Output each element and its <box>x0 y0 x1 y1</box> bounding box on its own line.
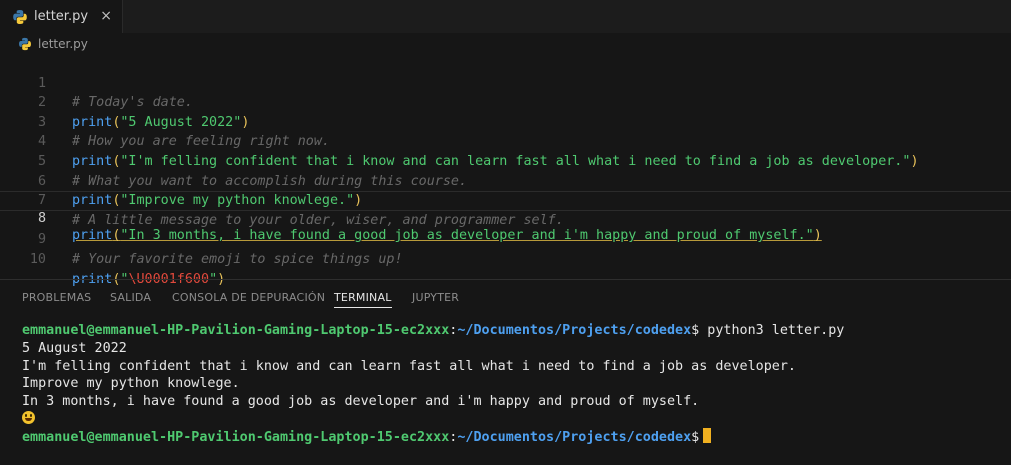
code-editor[interactable]: 1 # Today's date. 2 print("5 August 2022… <box>0 54 1011 287</box>
tab-terminal[interactable]: TERMINAL <box>334 287 392 308</box>
terminal-cursor <box>703 427 712 443</box>
terminal-prompt-line: emmanuel@emmanuel-HP-Pavilion-Gaming-Lap… <box>22 427 712 446</box>
tab-debug-console[interactable]: CONSOLA DE DEPURACIÓN <box>172 287 325 309</box>
vscode-window: letter.py × letter.py 1 # Today's date. … <box>0 0 1011 465</box>
terminal-output-line: In 3 months, i have found a good job as … <box>22 393 700 409</box>
line-number: 10 <box>29 251 46 267</box>
terminal-command: python3 letter.py <box>699 323 845 338</box>
code-line: 9 # Your favorite emoji to spice things … <box>0 211 1011 267</box>
code-line: 5 # What you want to accomplish during t… <box>0 132 1011 189</box>
terminal-output-line: I'm felling confident that i know and ca… <box>22 358 796 374</box>
prompt-user: emmanuel@emmanuel-HP-Pavilion-Gaming-Lap… <box>22 429 450 445</box>
code-comment: # Your favorite emoji to spice things up… <box>72 251 403 267</box>
tab-jupyter[interactable]: JUPYTER <box>412 287 459 309</box>
terminal-output-line <box>22 410 35 428</box>
code-line: 4 print("I'm felling confident that i kn… <box>0 113 1011 169</box>
terminal-output-line: Improve my python knowlege. <box>22 376 240 391</box>
tab-output[interactable]: SALIDA <box>110 287 151 309</box>
breadcrumb[interactable]: letter.py <box>18 35 88 53</box>
tab-letter-py[interactable]: letter.py × <box>0 0 123 33</box>
close-icon[interactable]: × <box>100 8 112 24</box>
panel-divider <box>0 279 1011 280</box>
tab-problems[interactable]: PROBLEMAS <box>22 287 91 309</box>
grinning-face-icon <box>22 411 35 424</box>
terminal[interactable]: emmanuel@emmanuel-HP-Pavilion-Gaming-Lap… <box>0 320 1011 460</box>
prompt-user: emmanuel@emmanuel-HP-Pavilion-Gaming-Lap… <box>22 323 450 338</box>
prompt-path: ~/Documentos/Projects/codedex <box>457 429 692 445</box>
tab-bar: letter.py × <box>0 0 1011 33</box>
tab-label: letter.py <box>34 9 89 24</box>
python-icon <box>13 9 27 24</box>
prompt-symbol: $ <box>691 429 700 445</box>
code-line: 3 # How you are feeling right now. <box>0 93 1011 150</box>
code-line: 2 print("5 August 2022") <box>0 74 1011 130</box>
terminal-output-line: 5 August 2022 <box>22 341 127 356</box>
terminal-prompt-line: emmanuel@emmanuel-HP-Pavilion-Gaming-Lap… <box>22 322 844 340</box>
code-line: 10 print("\U0001f600") <box>0 230 1011 287</box>
code-line: 1 # Today's date. <box>0 54 1011 111</box>
code-line: 6 print("Improve my python knowlege.") <box>0 152 1011 209</box>
code-line: 7 # A little message to your older, wise… <box>0 172 1011 228</box>
code-line-active: 8 print("In 3 months, i have found a goo… <box>0 191 1011 243</box>
python-icon <box>19 37 31 51</box>
prompt-symbol: $ <box>691 323 700 338</box>
prompt-path: ~/Documentos/Projects/codedex <box>457 323 692 338</box>
breadcrumb-file: letter.py <box>38 37 88 51</box>
panel-tabs: PROBLEMAS SALIDA CONSOLA DE DEPURACIÓN T… <box>0 287 1011 309</box>
